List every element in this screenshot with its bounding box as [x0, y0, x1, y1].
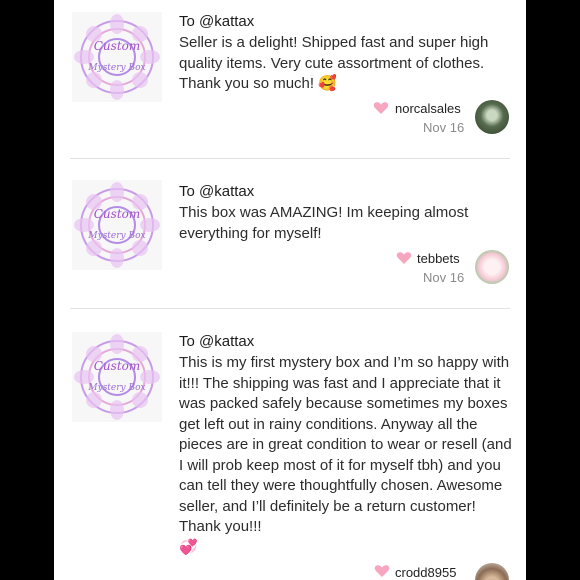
- divider: [70, 308, 510, 309]
- logo-text: Mystery Box: [87, 63, 145, 73]
- reviewer-username[interactable]: tebbets: [417, 251, 460, 266]
- logo-text: Mystery Box: [87, 383, 145, 393]
- review-date: Nov 16: [423, 270, 465, 285]
- avatar[interactable]: [475, 100, 509, 134]
- mandala-logo[interactable]: Custom Mystery Box: [72, 332, 162, 422]
- review-recipient: To @kattax: [179, 183, 255, 200]
- reviewer-username[interactable]: crodd8955: [395, 565, 456, 580]
- reviewer-username[interactable]: norcalsales: [395, 101, 461, 116]
- review-recipient: To @kattax: [179, 333, 255, 350]
- mandala-logo[interactable]: Custom Mystery Box: [72, 180, 162, 270]
- divider: [70, 158, 510, 159]
- logo-text: Custom: [94, 359, 141, 373]
- review-body: This is my first mystery box and I’m so …: [179, 354, 512, 535]
- avatar[interactable]: [475, 250, 509, 284]
- reviews-page: Custom Mystery Box To @kattax Seller is …: [54, 0, 526, 580]
- avatar[interactable]: [475, 563, 509, 580]
- two-hearts-emoji: 💞: [179, 538, 198, 556]
- review-recipient: To @kattax: [179, 13, 255, 30]
- review-text: This box was AMAZING! Im keeping almost …: [179, 203, 514, 244]
- logo-text: Custom: [94, 39, 141, 53]
- logo-text: Custom: [94, 207, 141, 221]
- review-text: Seller is a delight! Shipped fast and su…: [179, 33, 514, 95]
- mandala-logo[interactable]: Custom Mystery Box: [72, 12, 162, 102]
- heart-icon[interactable]: [396, 250, 412, 266]
- logo-text: Mystery Box: [87, 231, 145, 241]
- review-date: Nov 16: [423, 120, 465, 135]
- review-text: This is my first mystery box and I’m so …: [179, 353, 514, 558]
- review-body: This box was AMAZING! Im keeping almost …: [179, 204, 469, 242]
- heart-icon[interactable]: [373, 100, 389, 116]
- smiling-hearts-emoji: 🥰: [318, 75, 337, 92]
- heart-icon[interactable]: [374, 563, 390, 579]
